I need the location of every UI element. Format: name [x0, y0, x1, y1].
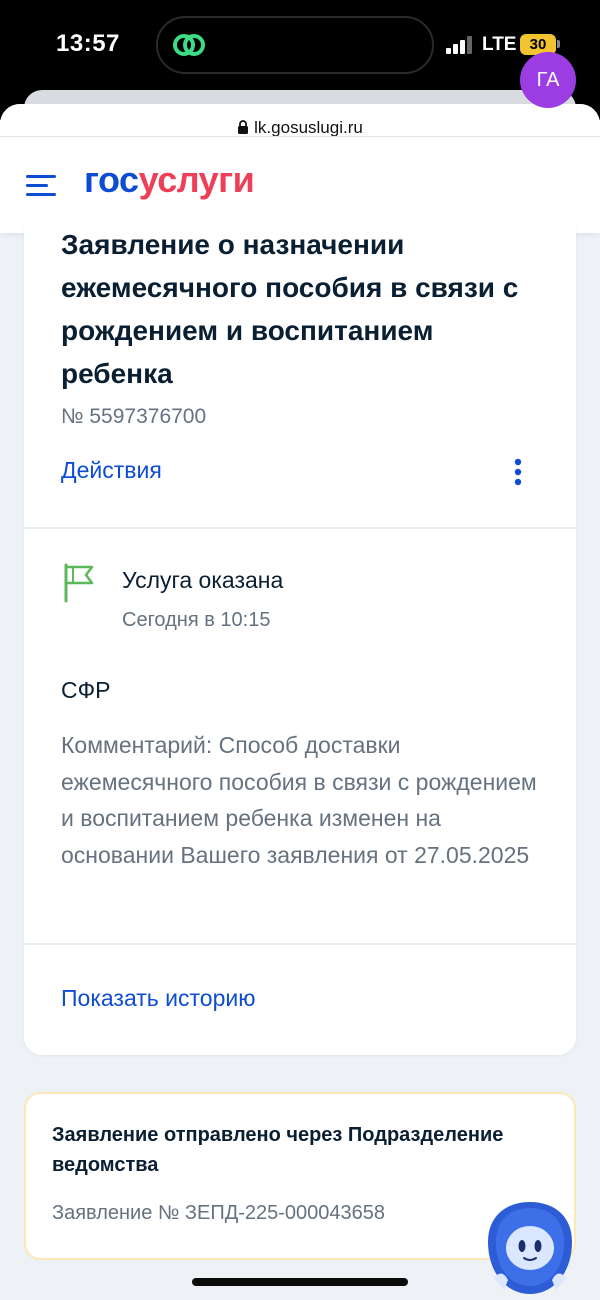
application-number: № 5597376700 [61, 405, 207, 428]
submission-number: Заявление № ЗЕПД-225-000043658 [52, 1202, 386, 1224]
application-card: Заявление о назначении ежемесячного посо… [24, 223, 576, 1055]
clock: 13:57 [56, 30, 120, 57]
site-header: госуслуги [0, 137, 600, 233]
network-label: LTE [482, 34, 517, 55]
status-title: Услуга оказана [122, 567, 284, 593]
url-bar[interactable]: lk.gosuslugi.ru [0, 104, 600, 137]
divider [24, 943, 576, 945]
avatar[interactable]: ГА [520, 52, 576, 108]
divider [24, 527, 576, 529]
status-comment: Комментарий: Способ доставки ежемесячног… [61, 732, 537, 868]
robot-assistant-icon[interactable] [484, 1198, 576, 1296]
url-text: lk.gosuslugi.ru [254, 118, 363, 137]
logo-part-uslugi: услуги [138, 159, 255, 200]
flag-icon [64, 563, 94, 603]
actions-link[interactable]: Действия [61, 457, 162, 484]
dynamic-island [156, 16, 434, 74]
status-time: Сегодня в 10:15 [122, 609, 271, 631]
application-title: Заявление о назначении ежемесячного посо… [61, 229, 519, 389]
vertical-dots-icon[interactable] [508, 457, 528, 487]
agency-name: СФР [61, 677, 111, 703]
battery-tip [557, 40, 560, 48]
link-icon [173, 34, 205, 56]
home-indicator [192, 1278, 408, 1286]
show-history-link[interactable]: Показать историю [61, 985, 255, 1012]
lock-icon [238, 120, 249, 134]
browser-sheet: lk.gosuslugi.ru госуслуги Заявление о на… [0, 104, 600, 1300]
signal-icon [446, 36, 476, 54]
submission-info-title: Заявление отправлено через Подразделение… [52, 1124, 504, 1176]
gosuslugi-logo[interactable]: госуслуги [84, 159, 255, 201]
hamburger-menu-icon[interactable] [26, 171, 58, 199]
logo-part-gos: гос [84, 159, 139, 200]
